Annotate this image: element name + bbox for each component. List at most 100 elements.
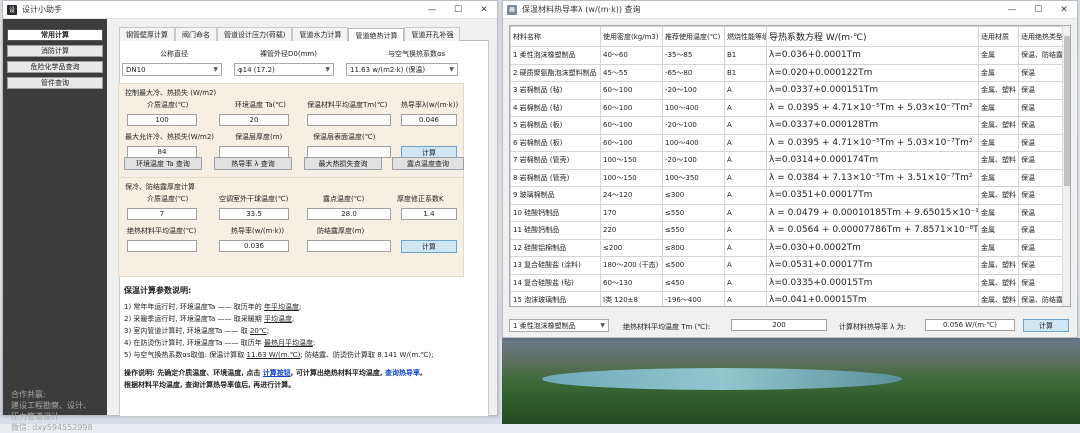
table-cell: A <box>724 98 767 117</box>
chevron-down-icon: ▼ <box>213 66 218 73</box>
table-cell: λ=0.041+0.00015Tm <box>766 291 979 306</box>
table-cell: ≤500 <box>662 256 725 275</box>
chevron-down-icon: ▼ <box>600 322 605 329</box>
table-row[interactable]: 7 岩棉制品 (管壳) 100～150 -20～100 Aλ=0.0314+0.000… <box>510 151 1070 170</box>
title-bar[interactable]: 设 设计小助手 — ☐ ✕ <box>3 1 497 19</box>
table-cell: ≤550 <box>662 221 725 240</box>
operation-note: 操作说明: 先确定介质温度、环境温度, 点击 计算按钮, 可计算出绝热材料平均温… <box>124 367 464 379</box>
note-text: , <box>419 369 423 377</box>
materials-table[interactable]: 材料名称 使用密度(kg/m3) 推荐使用温度(℃) 燃烧性能等级 导热系数方程… <box>509 25 1071 307</box>
note-line: 5) 与空气换热系数αs取值: 保温计算取 11.63 W/(m.℃); 防结露… <box>124 349 464 361</box>
anti-condensation-input[interactable] <box>307 240 391 252</box>
table-cell: -20～100 <box>662 151 725 170</box>
dew-point-query-button[interactable]: 露点温度查询 <box>392 157 464 170</box>
table-cell: -196～400 <box>662 291 725 306</box>
column-header[interactable]: 推荐使用温度(℃) <box>662 26 725 47</box>
minimize-icon[interactable]: — <box>419 1 445 19</box>
note-text: 操作说明: 先确定介质温度、环境温度, 点击 <box>124 369 263 377</box>
column-header[interactable]: 材料名称 <box>510 26 601 47</box>
maximize-icon[interactable]: ☐ <box>1025 1 1051 19</box>
table-cell: λ=0.030+0.0002Tm <box>766 238 979 257</box>
table-row[interactable]: 10 硅酸钙制品 170 ≤550 Aλ = 0.0479 + 0.00010185T… <box>510 203 1070 222</box>
table-row[interactable]: 4 岩棉制品 (毡) 60～100 100～400 Aλ = 0.0395 + 4.7… <box>510 98 1070 117</box>
calc-button-2[interactable]: 计算 <box>401 240 457 253</box>
table-cell: ≤800 <box>662 238 725 257</box>
tab-reinforcement[interactable]: 管道开孔补强 <box>404 27 461 41</box>
table-cell: λ=0.0335+0.00015Tm <box>766 273 979 292</box>
maximize-icon[interactable]: ☐ <box>445 1 471 19</box>
table-cell: ≤550 <box>662 203 725 222</box>
table-row[interactable]: 6 岩棉制品 (板) 60～100 100～400 Aλ = 0.0395 + 4.7… <box>510 133 1070 152</box>
close-icon[interactable]: ✕ <box>1051 1 1077 19</box>
contact-line: 合作共赢: <box>11 390 46 399</box>
correction-input[interactable]: 1.4 <box>401 208 457 220</box>
table-cell: 100～400 <box>662 98 725 117</box>
tab-insulation[interactable]: 管道绝热计算 <box>348 28 405 42</box>
table-cell: 金属、塑料 <box>978 81 1019 100</box>
sidebar-item-fire-calc[interactable]: 消防计算 <box>7 45 103 57</box>
mean-temp-input[interactable] <box>307 114 391 126</box>
material-select[interactable]: 1 柔性泡沫橡塑制品 ▼ <box>509 319 609 332</box>
conductivity-input[interactable]: 0.046 <box>401 114 457 126</box>
outer-diameter-select[interactable]: φ14 (17.2) ▼ <box>234 63 334 76</box>
table-cell: -20～100 <box>662 81 725 100</box>
table-row[interactable]: 1 柔性泡沫橡塑制品 40～60 -35～85 B1 λ=0.036+0.0001Tm 金… <box>510 46 1070 65</box>
table-row[interactable]: 13 复合硅酸盐 (涂料) 180～200 (干态) ≤500 Aλ=0.0531+0… <box>510 256 1070 275</box>
ambient-temp-query-button[interactable]: 环境温度 Ta 查询 <box>124 157 202 170</box>
note-text: ; <box>298 303 302 311</box>
tab-hydraulic[interactable]: 管道水力计算 <box>292 27 349 41</box>
sidebar-item-common-calc[interactable]: 常用计算 <box>7 29 103 41</box>
calc-button[interactable]: 计算 <box>1023 319 1069 332</box>
table-row[interactable]: 14 复合硅酸盐 (毡) 60～130 ≤450 Aλ=0.0335+0.00015T… <box>510 273 1070 292</box>
conductivity-query-button[interactable]: 热导率 λ 查询 <box>214 157 292 170</box>
table-row[interactable]: 8 岩棉制品 (管壳) 100～150 100～350 Aλ = 0.0384 + 7… <box>510 168 1070 187</box>
calc-footer: 1 柔性泡沫橡塑制品 ▼ 绝热材料平均温度 Tm (℃): 200 计算材料热导率… <box>509 319 1071 333</box>
table-cell: λ=0.0314+0.000174Tm <box>766 151 979 170</box>
scrollbar-thumb[interactable] <box>1064 36 1070 186</box>
title-bar[interactable]: ▦ 保温材料热导率λ (w/(m·k)) 查询 — ☐ ✕ <box>503 1 1077 19</box>
result-output: 0.056 W/(m·℃) <box>925 319 1015 331</box>
medium-temp-input[interactable]: 7 <box>127 208 197 220</box>
table-row[interactable]: 11 硅酸钙制品 220 ≤550 Aλ = 0.0564 + 0.00007786T… <box>510 221 1070 240</box>
table-row[interactable]: 3 岩棉制品 (毡) 60～100 -20～100 Aλ=0.0337+0.00015… <box>510 81 1070 100</box>
column-header[interactable]: 燃烧性能等级 <box>724 26 767 47</box>
minimize-icon[interactable]: — <box>999 1 1025 19</box>
table-row[interactable]: 15 泡沫玻璃制品 Ⅰ类 120±8 -196～400 Aλ=0.041+0.0001… <box>510 291 1070 306</box>
calc-helper-window: 设 设计小助手 — ☐ ✕ 常用计算 消防计算 危险化学品查询 管件查询 合作共… <box>2 0 498 432</box>
medium-temp-label: 介质温度(℃) <box>147 101 189 109</box>
instructions-heading: 保温计算参数说明: <box>124 286 192 295</box>
column-header[interactable]: 适用材质 <box>978 26 1019 47</box>
window-title: 保温材料热导率λ (w/(m·k)) 查询 <box>522 5 641 14</box>
column-header[interactable]: 导热系数方程 W/(m·℃) <box>766 26 979 47</box>
note-emph: 最热月平均温度 <box>263 339 313 347</box>
tab-wall-thickness[interactable]: 钢管壁厚计算 <box>119 27 175 41</box>
table-cell: A <box>724 81 767 100</box>
mean-temp-input[interactable] <box>127 240 197 252</box>
mean-temp-input[interactable]: 200 <box>731 319 827 331</box>
table-row[interactable]: 2 硬质聚氨酯泡沫塑料制品 45～55 -65～80 B1 λ=0.020+0.0001… <box>510 63 1070 82</box>
nominal-diameter-select[interactable]: DN10 ▼ <box>122 63 222 76</box>
sidebar-item-fittings[interactable]: 管件查询 <box>7 77 103 89</box>
table-row[interactable]: 9 玻璃棉制品 24～120 ≤300 Aλ=0.0351+0.00017Tm 金属、塑… <box>510 186 1070 205</box>
dew-point-input[interactable]: 28.0 <box>307 208 391 220</box>
tab-design-pressure[interactable]: 管道设计压力(荷载) <box>217 27 293 41</box>
sidebar-item-hazchem[interactable]: 危险化学品查询 <box>7 61 103 73</box>
column-header[interactable]: 使用密度(kg/m3) <box>600 26 663 47</box>
table-row[interactable]: 12 硅酸铝棉制品 ≤200 ≤800 Aλ=0.030+0.0002Tm 金属 保温 <box>510 238 1070 257</box>
conductivity-input[interactable]: 0.036 <box>219 240 289 252</box>
table-cell: 金属 <box>978 168 1019 187</box>
close-icon[interactable]: ✕ <box>471 1 497 19</box>
heat-coeff-select[interactable]: 11.63 w/(m2·k) (保温) ▼ <box>346 63 458 76</box>
table-row[interactable]: 5 岩棉制品 (板) 60～100 -20～100 Aλ=0.0337+0.00012… <box>510 116 1070 135</box>
table-cell: 180～200 (干态) <box>600 256 663 275</box>
max-loss-query-button[interactable]: 最大热损失查询 <box>304 157 382 170</box>
ambient-temp-input[interactable]: 20 <box>219 114 289 126</box>
medium-temp-input[interactable]: 100 <box>127 114 197 126</box>
mean-temp-label: 绝热材料平均温度 Tm (℃): <box>623 323 711 331</box>
tab-valve-naming[interactable]: 阀门命名 <box>175 27 217 41</box>
table-cell: λ=0.0337+0.000128Tm <box>766 116 979 135</box>
vertical-scrollbar[interactable] <box>1062 26 1070 306</box>
table-cell: 2 硬质聚氨酯泡沫塑料制品 <box>510 63 601 82</box>
chevron-down-icon: ▼ <box>449 66 454 73</box>
outdoor-temp-input[interactable]: 33.5 <box>219 208 289 220</box>
